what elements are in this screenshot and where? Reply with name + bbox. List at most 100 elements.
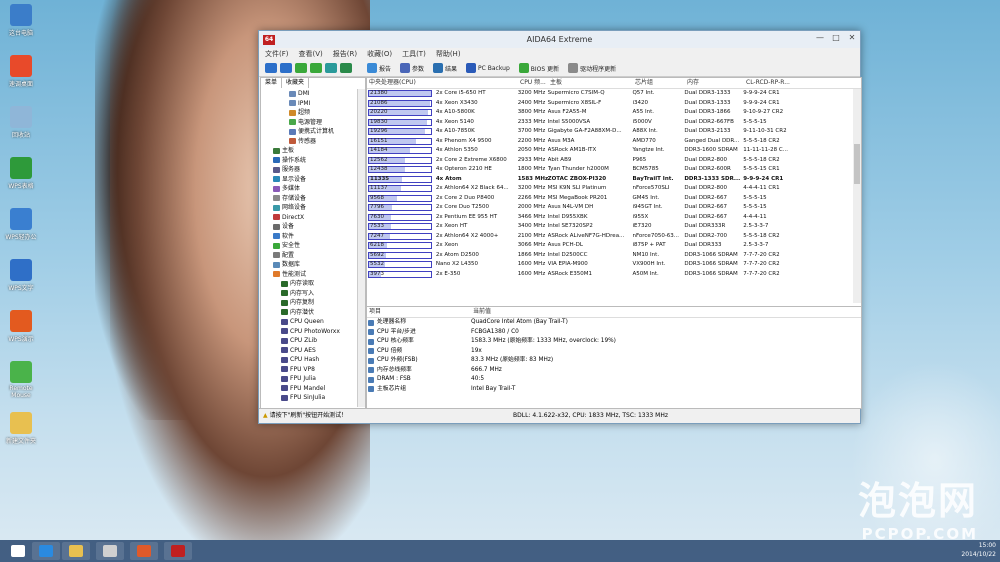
toolbar-button[interactable]: PC Backup: [463, 63, 513, 73]
tree-item[interactable]: 数据库: [261, 260, 356, 270]
table-row[interactable]: 16151 4x Phenom X4 9500 2200 MHz Asus M3A AM…: [367, 137, 851, 147]
tree-item[interactable]: 内存读取: [261, 279, 356, 289]
menu-file[interactable]: 文件(F): [265, 49, 289, 59]
tree-item[interactable]: 传感器: [261, 137, 356, 147]
color-app-icon[interactable]: [130, 542, 158, 560]
col-timing[interactable]: CL-RCD-RP-R...: [746, 78, 854, 88]
table-row[interactable]: 5532 Nano X2 L4350 1600 MHz VIA EPIA-M900 VX…: [367, 260, 851, 270]
tree-item[interactable]: CPU Queen: [261, 317, 356, 327]
file-explorer-icon[interactable]: [62, 542, 90, 560]
desktop-icon[interactable]: WPS轻办公: [2, 208, 40, 241]
aida64-icon[interactable]: [164, 542, 192, 560]
toolbar-button[interactable]: BIOS 更新: [516, 63, 562, 73]
tree-item[interactable]: 性能测试: [261, 270, 356, 280]
table-row[interactable]: 12438 4x Opteron 2210 HE 1800 MHz Tyan Thun…: [367, 165, 851, 175]
table-row[interactable]: 5692 2x Atom D2500 1866 MHz Intel D2500CC NM…: [367, 251, 851, 261]
table-row[interactable]: 7533 2x Xeon HT 3400 MHz Intel SE7320SP2 iE7…: [367, 222, 851, 232]
tree-item[interactable]: 配置: [261, 251, 356, 261]
table-row[interactable]: 14184 4x Athlon 5350 2050 MHz ASRock AM1B-I…: [367, 146, 851, 156]
table-row[interactable]: 20220 4x A10-5800K 3800 MHz Asus F2A55-M A55…: [367, 108, 851, 118]
toolbar-button[interactable]: 驱动程序更新: [565, 63, 619, 73]
table-row[interactable]: 11335 4x Atom 1583 MHz ZOTAC ZBOX-PI320 BayT…: [367, 175, 851, 185]
toolbar-button[interactable]: 结果: [430, 63, 460, 73]
report-favorite-icon[interactable]: [325, 63, 337, 73]
tree-item[interactable]: FPU Julia: [261, 374, 356, 384]
tree-item[interactable]: 存储设备: [261, 194, 356, 204]
col-freq[interactable]: CPU 频...: [520, 78, 550, 88]
detail-col-item[interactable]: 项目: [367, 307, 473, 317]
tree-item[interactable]: 网络设备: [261, 203, 356, 213]
tree-scrollbar[interactable]: [357, 89, 365, 407]
table-row[interactable]: 11137 2x Athlon64 X2 Black 64... 3200 MHz M…: [367, 184, 851, 194]
table-row[interactable]: 3973 2x E-350 1600 MHz ASRock E350M1 A50M In…: [367, 270, 851, 280]
table-row[interactable]: 7796 2x Core Duo T2500 2000 MHz Asus N4L-VM…: [367, 203, 851, 213]
tab-favorites[interactable]: 收藏夹: [282, 78, 310, 88]
tree-item[interactable]: 安全性: [261, 241, 356, 251]
tree-item[interactable]: 内存写入: [261, 289, 356, 299]
desktop-icon[interactable]: 这台电脑: [2, 4, 40, 37]
desktop-icon[interactable]: WPS表格: [2, 157, 40, 190]
tree-item[interactable]: 软件: [261, 232, 356, 242]
table-row[interactable]: 21086 4x Xeon X3430 2400 MHz Supermicro X8S…: [367, 99, 851, 109]
detail-row[interactable]: 处理器名称 QuadCore Intel Atom (Bay Trail-T): [367, 318, 861, 328]
tree-item[interactable]: DirectX: [261, 213, 356, 223]
back-icon[interactable]: [265, 63, 277, 73]
detail-col-value[interactable]: 当前值: [473, 307, 491, 317]
col-memory[interactable]: 内存: [687, 78, 746, 88]
detail-row[interactable]: CPU 核心频率 1583.3 MHz (原始频率: 1333 MHz, over…: [367, 337, 861, 347]
grid-scroll-thumb[interactable]: [854, 144, 860, 184]
tree-item[interactable]: 内存潜伏: [261, 308, 356, 318]
tree-item[interactable]: FPU VP8: [261, 365, 356, 375]
detail-row[interactable]: 主板芯片组 Intel Bay Trail-T: [367, 385, 861, 395]
table-row[interactable]: 12562 2x Core 2 Extreme X6800 2933 MHz Abit…: [367, 156, 851, 166]
table-row[interactable]: 7630 2x Pentium EE 955 HT 3466 MHz Intel D9…: [367, 213, 851, 223]
desktop-icon[interactable]: WPS演示: [2, 310, 40, 343]
tree-item[interactable]: DMI: [261, 89, 356, 99]
tree-item[interactable]: 多媒体: [261, 184, 356, 194]
table-row[interactable]: 6218 2x Xeon 3066 MHz Asus PCH-DL i875P + PA…: [367, 241, 851, 251]
detail-row[interactable]: CPU 平台/步进 FCBGA1380 / C0: [367, 328, 861, 338]
detail-row[interactable]: DRAM : FSB 40:5: [367, 375, 861, 385]
title-bar[interactable]: 64 AIDA64 Extreme — □ ✕: [259, 31, 860, 48]
grid-scrollbar[interactable]: [853, 89, 861, 303]
detail-row[interactable]: CPU 倍频 19x: [367, 347, 861, 357]
table-row[interactable]: 19296 4x A10-7850K 3700 MHz Gigabyte GA-F2A…: [367, 127, 851, 137]
tree-item[interactable]: IPMI: [261, 99, 356, 109]
desktop-icon[interactable]: 新建文件夹: [2, 412, 40, 445]
menu-help[interactable]: 帮助(H): [436, 49, 461, 59]
tree-item[interactable]: 超频: [261, 108, 356, 118]
tree-item[interactable]: FPU Mandel: [261, 384, 356, 394]
toolbar-button[interactable]: 报告: [364, 63, 394, 73]
menu-report[interactable]: 报告(R): [333, 49, 357, 59]
clock-date[interactable]: 2014/10/22: [961, 550, 996, 559]
col-cpu-score[interactable]: 中央处理器(CPU): [367, 78, 437, 88]
desktop-icon[interactable]: Remote Mouse: [2, 361, 40, 399]
toolbar-button[interactable]: 参数: [397, 63, 427, 73]
table-row[interactable]: 7247 2x Athlon64 X2 4000+ 2100 MHz ASRock A…: [367, 232, 851, 242]
tree-item[interactable]: 操作系统: [261, 156, 356, 166]
tree-item[interactable]: 电源管理: [261, 118, 356, 128]
tree-item[interactable]: 主板: [261, 146, 356, 156]
tree-item[interactable]: FPU SinJulia: [261, 393, 356, 403]
col-chipset[interactable]: 芯片组: [635, 78, 687, 88]
up-icon[interactable]: [295, 63, 307, 73]
tree-item[interactable]: 内存复制: [261, 298, 356, 308]
forward-icon[interactable]: [280, 63, 292, 73]
col-board[interactable]: 主板: [550, 78, 635, 88]
tree-item[interactable]: CPU ZLib: [261, 336, 356, 346]
tab-menu[interactable]: 菜单: [261, 78, 283, 88]
clock-time[interactable]: 15:00: [961, 541, 996, 550]
start-icon[interactable]: [4, 542, 32, 560]
tree-item[interactable]: 设备: [261, 222, 356, 232]
tree-item[interactable]: CPU AES: [261, 346, 356, 356]
ie-icon[interactable]: [32, 542, 60, 560]
tree-item[interactable]: 服务器: [261, 165, 356, 175]
tree-item[interactable]: CPU PhotoWorxx: [261, 327, 356, 337]
media-icon[interactable]: [96, 542, 124, 560]
table-row[interactable]: 19830 4x Xeon 5140 2333 MHz Intel S5000VSA i…: [367, 118, 851, 128]
chart-icon[interactable]: [340, 63, 352, 73]
desktop-icon[interactable]: WPS文字: [2, 259, 40, 292]
table-row[interactable]: 9568 2x Core 2 Duo P8400 2266 MHz MSI MegaB…: [367, 194, 851, 204]
tree-item[interactable]: 显示设备: [261, 175, 356, 185]
col-cpu[interactable]: [437, 78, 520, 88]
